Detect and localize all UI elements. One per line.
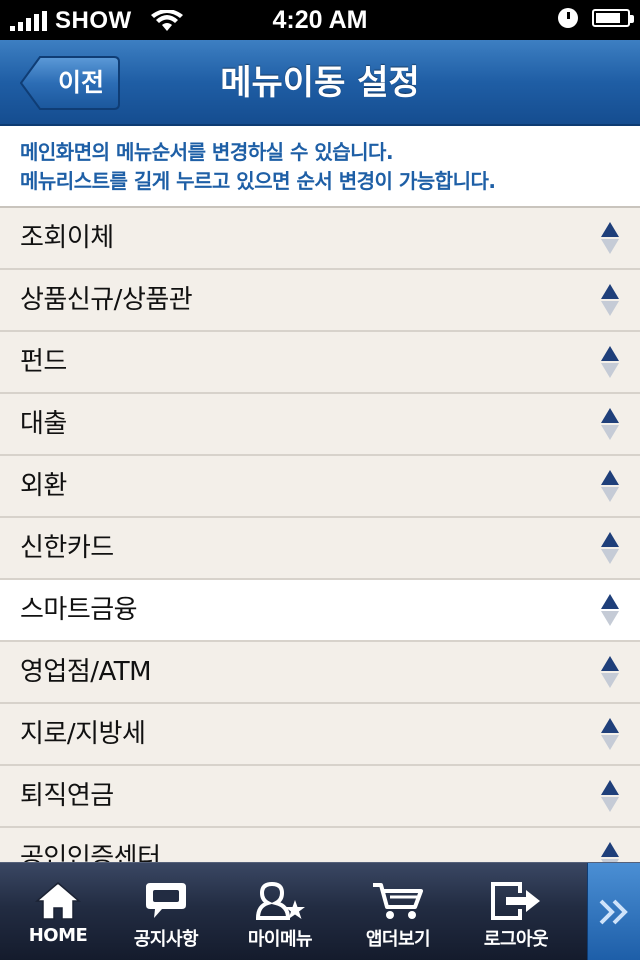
tab-more-apps[interactable]: 앱더보기 [340,863,456,960]
reorder-handle-icon[interactable] [600,655,620,689]
tab-logout[interactable]: 로그아웃 [458,863,574,960]
reorder-handle-icon[interactable] [600,841,620,862]
info-line-2: 메뉴리스트를 길게 누르고 있으면 순서 변경이 가능합니다. [20,169,496,193]
reorder-handle-icon[interactable] [600,221,620,255]
reorder-handle-icon[interactable] [600,717,620,751]
tab-logout-label: 로그아웃 [483,929,549,950]
menu-list-item[interactable]: 스마트금융 [0,580,640,642]
menu-list-item[interactable]: 상품신규/상품관 [0,270,640,332]
back-button[interactable]: 이전 [20,56,120,110]
tab-home-label: HOME [28,925,88,946]
menu-list-item[interactable]: 지로/지방세 [0,704,640,766]
home-icon [35,882,81,920]
menu-list-item[interactable]: 대출 [0,394,640,456]
menu-item-label: 스마트금융 [20,595,138,625]
tab-notice-label: 공지사항 [133,929,199,950]
menu-item-label: 신한카드 [20,533,114,563]
status-bar: SHOW 4:20 AM [0,0,640,40]
speech-bubble-icon [146,883,186,918]
tab-home[interactable]: HOME [0,863,116,960]
menu-list-item[interactable]: 퇴직연금 [0,766,640,828]
menu-item-label: 지로/지방세 [20,719,146,749]
menu-item-label: 외환 [20,471,67,501]
menu-list-item[interactable]: 영업점/ATM [0,642,640,704]
menu-list-item[interactable]: 외환 [0,456,640,518]
tab-mymenu-label: 마이메뉴 [247,929,313,950]
reorder-handle-icon[interactable] [600,283,620,317]
menu-list-item[interactable]: 공인인증센터 [0,828,640,862]
tab-more-apps-label: 앱더보기 [365,929,431,950]
reorder-handle-icon[interactable] [600,345,620,379]
info-line-1: 메인화면의 메뉴순서를 변경하실 수 있습니다. [20,140,394,164]
menu-list-item[interactable]: 펀드 [0,332,640,394]
menu-item-label: 조회이체 [20,223,114,253]
screen: SHOW 4:20 AM 메뉴이동 설정 이전 메인화면의 메뉴순서를 변경하실… [0,0,640,960]
tab-bar: HOME 공지사항 마이메뉴 앱더보기 로그아웃 [0,862,640,960]
reorder-handle-icon[interactable] [600,531,620,565]
info-box: 메인화면의 메뉴순서를 변경하실 수 있습니다. 메뉴리스트를 길게 누르고 있… [0,126,640,208]
double-chevron-right-icon [599,899,628,925]
clock-icon [558,8,578,28]
logout-icon [491,882,540,920]
cart-icon [373,883,423,919]
reorder-handle-icon[interactable] [600,469,620,503]
menu-item-label: 영업점/ATM [20,657,152,687]
menu-list: 조회이체상품신규/상품관펀드대출외환신한카드스마트금융영업점/ATM 지로/지방세… [0,208,640,862]
person-star-icon [255,881,305,920]
status-right [558,8,634,28]
menu-item-label: 상품신규/상품관 [20,285,193,315]
menu-list-item[interactable]: 조회이체 [0,208,640,270]
navigation-bar: 메뉴이동 설정 이전 [0,40,640,126]
battery-icon [592,9,634,27]
tabbar-more-button[interactable] [587,863,640,960]
tab-mymenu[interactable]: 마이메뉴 [222,863,338,960]
menu-item-label: 공인인증센터 [20,843,161,862]
menu-list-item[interactable]: 신한카드 [0,518,640,580]
reorder-handle-icon[interactable] [600,779,620,813]
menu-item-label: 퇴직연금 [20,781,114,811]
back-button-label: 이전 [57,68,104,97]
menu-item-label: 펀드 [20,347,67,377]
menu-item-label: 대출 [20,409,67,439]
tab-notice[interactable]: 공지사항 [108,863,224,960]
reorder-handle-icon[interactable] [600,593,620,627]
reorder-handle-icon[interactable] [600,407,620,441]
status-time: 4:20 AM [272,6,368,34]
